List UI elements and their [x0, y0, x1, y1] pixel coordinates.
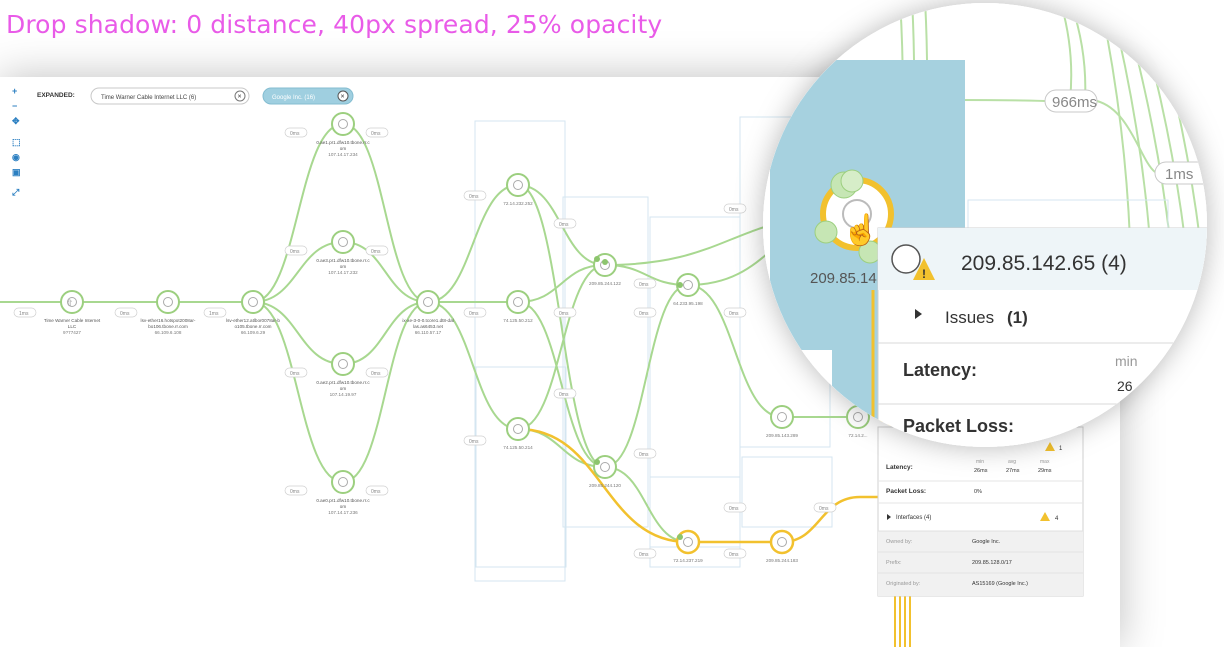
node-circle-icon — [891, 244, 921, 274]
latency-min: 26 — [1117, 378, 1133, 394]
magnifier-lens: 966ms 1ms ☝ 209.85.14 ! 209.85.142.65 (4… — [763, 3, 1207, 447]
issues-count: (1) — [1007, 308, 1028, 327]
node-label-partial: 209.85.14 — [810, 270, 877, 287]
svg-text:!: ! — [922, 267, 926, 281]
latency-label: Latency: — [903, 360, 977, 380]
edge-label-text: 966ms — [1052, 94, 1097, 111]
node-title: 209.85.142.65 (4) — [961, 252, 1127, 275]
issues-label[interactable]: Issues — [945, 308, 994, 327]
edge-label-966: 966ms — [1044, 89, 1098, 113]
hand-cursor-icon: ☝ — [842, 211, 879, 248]
edge-label-text: 1ms — [1165, 166, 1193, 183]
lens-edge — [959, 99, 1046, 102]
edge-label-1ms: 1ms — [1154, 161, 1207, 185]
packet-loss-label: Packet Loss: — [903, 416, 1014, 436]
latency-col-min: min — [1115, 353, 1138, 369]
